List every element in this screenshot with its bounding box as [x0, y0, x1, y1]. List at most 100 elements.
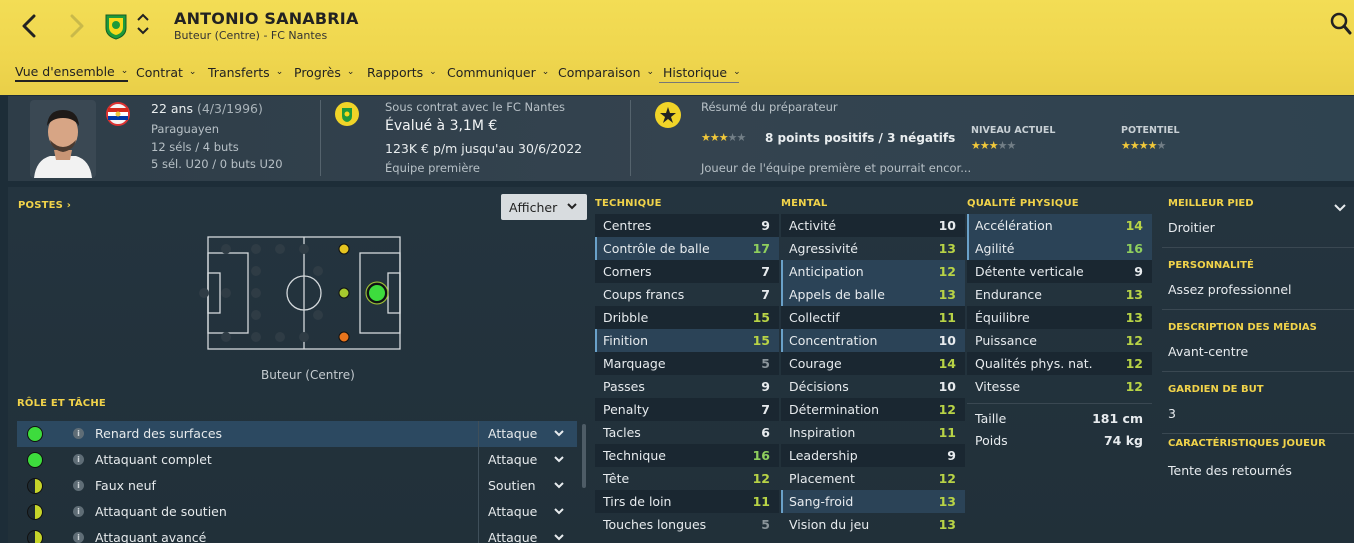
- info-icon[interactable]: i: [73, 428, 84, 439]
- info-icon[interactable]: i: [73, 480, 84, 491]
- attribute-row[interactable]: Courage 14: [781, 352, 965, 375]
- attribute-row[interactable]: Anticipation 12: [781, 260, 965, 283]
- attribute-name: Détente verticale: [975, 264, 1084, 279]
- attribute-row[interactable]: Activité 10: [781, 214, 965, 237]
- roles-title: RÔLE ET TÂCHE: [17, 398, 106, 409]
- tab-transferts[interactable]: Transferts ⌄: [208, 62, 283, 82]
- attribute-name: Accélération: [975, 218, 1053, 233]
- best-foot-value: Droitier: [1168, 220, 1215, 235]
- tab-contrat[interactable]: Contrat ⌄: [136, 62, 196, 82]
- attribute-row[interactable]: Tirs de loin 11: [595, 490, 779, 513]
- tab-comparaison[interactable]: Comparaison ⌄: [558, 62, 654, 82]
- role-row[interactable]: i Attaquant avancé Attaque: [17, 525, 577, 543]
- potential-ability-stars: ★★★★★: [1121, 139, 1166, 152]
- role-suitability-icon: [27, 478, 43, 494]
- attribute-row[interactable]: Agressivité 13: [781, 237, 965, 260]
- role-name: Renard des surfaces: [95, 426, 223, 441]
- attribute-row[interactable]: Équilibre 13: [967, 306, 1152, 329]
- player-info-bar: 22 ans (4/3/1996) Paraguayen 12 séls / 4…: [8, 96, 1354, 181]
- attribute-row[interactable]: Décisions 10: [781, 375, 965, 398]
- duty-dropdown[interactable]: Attaque: [478, 499, 576, 525]
- youth-caps: 5 sél. U20 / 0 buts U20: [151, 157, 283, 171]
- duty-dropdown[interactable]: Soutien: [478, 473, 576, 499]
- attribute-row[interactable]: Penalty 7: [595, 398, 779, 421]
- role-row[interactable]: i Attaquant de soutien Attaque: [17, 499, 577, 525]
- attribute-row[interactable]: Détermination 12: [781, 398, 965, 421]
- attribute-row[interactable]: Passes 9: [595, 375, 779, 398]
- attribute-value: 14: [1125, 218, 1143, 233]
- attribute-row[interactable]: Tête 12: [595, 467, 779, 490]
- attribute-row[interactable]: Centres 9: [595, 214, 779, 237]
- attribute-row[interactable]: Qualités phys. nat. 12: [967, 352, 1152, 375]
- info-icon[interactable]: i: [73, 454, 84, 465]
- player-subtitle: Buteur (Centre) - FC Nantes: [174, 29, 328, 42]
- role-row[interactable]: i Attaquant complet Attaque: [17, 447, 577, 473]
- player-name: ANTONIO SANABRIA: [174, 9, 359, 28]
- attribute-name: Collectif: [789, 310, 840, 325]
- attribute-value: 5: [761, 356, 770, 371]
- tab-historique[interactable]: Historique ⌄: [663, 62, 741, 82]
- attribute-row[interactable]: Vitesse 12: [967, 375, 1152, 398]
- wage: 123K € p/m jusqu'au 30/6/2022: [385, 141, 583, 156]
- attribute-row[interactable]: Placement 12: [781, 467, 965, 490]
- role-row[interactable]: i Renard des surfaces Attaque: [17, 421, 577, 447]
- attribute-row[interactable]: Finition 15: [595, 329, 779, 352]
- height-value: 181 cm: [1092, 411, 1143, 426]
- attribute-row[interactable]: Puissance 12: [967, 329, 1152, 352]
- attribute-row[interactable]: Accélération 14: [967, 214, 1152, 237]
- tab-progres[interactable]: Progrès ⌄: [294, 62, 354, 82]
- attribute-row[interactable]: Vision du jeu 13: [781, 513, 965, 536]
- attribute-name: Corners: [603, 264, 652, 279]
- attribute-row[interactable]: Contrôle de balle 17: [595, 237, 779, 260]
- attribute-row[interactable]: Inspiration 11: [781, 421, 965, 444]
- attribute-row[interactable]: Coups francs 7: [595, 283, 779, 306]
- attribute-row[interactable]: Marquage 5: [595, 352, 779, 375]
- attribute-row[interactable]: Appels de balle 13: [781, 283, 965, 306]
- chevron-down-icon[interactable]: [1333, 202, 1347, 214]
- attribute-row[interactable]: Collectif 11: [781, 306, 965, 329]
- chevron-down-icon: ⌄: [429, 67, 437, 77]
- tab-vue-ensemble[interactable]: Vue d'ensemble ⌄: [15, 62, 129, 82]
- age: 22 ans: [151, 101, 193, 116]
- duty-dropdown[interactable]: Attaque: [478, 421, 576, 447]
- attribute-row[interactable]: Détente verticale 9: [967, 260, 1152, 283]
- weight-value: 74 kg: [1103, 433, 1143, 448]
- duty-dropdown[interactable]: Attaque: [478, 525, 576, 543]
- info-icon[interactable]: i: [73, 532, 84, 543]
- attribute-name: Détermination: [789, 402, 880, 417]
- attribute-row[interactable]: Agilité 16: [967, 237, 1152, 260]
- tab-rapports[interactable]: Rapports ⌄: [367, 62, 437, 82]
- attribute-row[interactable]: Dribble 15: [595, 306, 779, 329]
- tab-communiquer[interactable]: Communiquer ⌄: [447, 62, 549, 82]
- show-dropdown[interactable]: Afficher: [501, 194, 587, 220]
- positions-title[interactable]: POSTES ›: [18, 200, 71, 211]
- attribute-name: Tirs de loin: [603, 494, 672, 509]
- attribute-row[interactable]: Endurance 13: [967, 283, 1152, 306]
- coach-summary[interactable]: Joueur de l'équipe première et pourrait …: [701, 161, 971, 175]
- player-cycle-icon[interactable]: [135, 10, 151, 38]
- duty-dropdown[interactable]: Attaque: [478, 447, 576, 473]
- attribute-row[interactable]: Concentration 10: [781, 329, 965, 352]
- attribute-value: 9: [1134, 264, 1143, 279]
- attribute-name: Dribble: [603, 310, 649, 325]
- attribute-row[interactable]: Technique 16: [595, 444, 779, 467]
- info-icon[interactable]: i: [73, 506, 84, 517]
- roles-scrollbar[interactable]: [582, 424, 586, 488]
- attribute-row[interactable]: Tacles 6: [595, 421, 779, 444]
- attribute-name: Qualités phys. nat.: [975, 356, 1093, 371]
- contract-with: Sous contrat avec le FC Nantes: [385, 100, 566, 114]
- forward-arrow-icon[interactable]: [64, 12, 90, 40]
- attribute-row[interactable]: Sang-froid 13: [781, 490, 965, 513]
- attribute-name: Coups francs: [603, 287, 685, 302]
- search-icon[interactable]: [1330, 12, 1352, 36]
- back-arrow-icon[interactable]: [16, 12, 42, 40]
- club-crest-icon[interactable]: [104, 12, 128, 40]
- role-row[interactable]: i Faux neuf Soutien: [17, 473, 577, 499]
- chevron-down-icon: ⌄: [346, 67, 355, 77]
- attribute-value: 6: [761, 425, 770, 440]
- attribute-row[interactable]: Touches longues 5: [595, 513, 779, 536]
- attribute-row[interactable]: Corners 7: [595, 260, 779, 283]
- attribute-row[interactable]: Leadership 9: [781, 444, 965, 467]
- role-suitability-icon: [27, 426, 43, 442]
- attribute-value: 9: [761, 379, 770, 394]
